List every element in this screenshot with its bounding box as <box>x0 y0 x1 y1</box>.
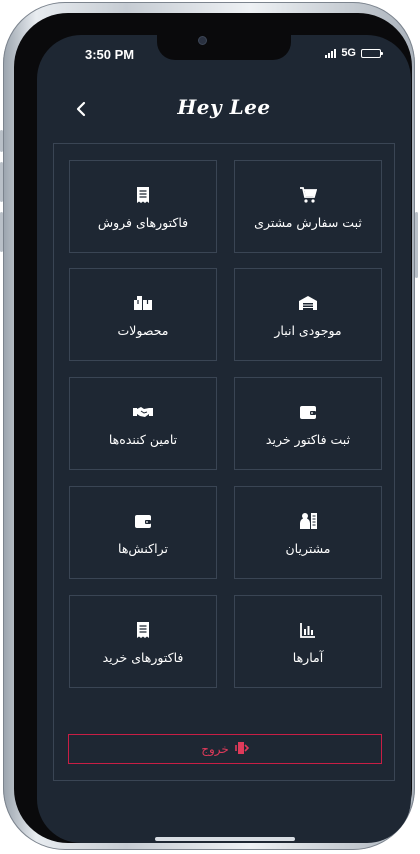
mute-switch <box>0 130 3 152</box>
phone-bezel: 3:50 PM 5G Hey Lee ثبت سفارش مشتری فاکتو… <box>14 13 412 843</box>
battery-icon <box>361 48 383 58</box>
menu-tile-register-purchase-invoice[interactable]: ثبت فاکتور خرید <box>234 377 382 470</box>
handshake-icon <box>132 401 154 423</box>
menu-tile-products[interactable]: محصولات <box>69 268 217 361</box>
menu-tile-customers[interactable]: مشتریان <box>234 486 382 579</box>
menu-tile-register-customer-order[interactable]: ثبت سفارش مشتری <box>234 160 382 253</box>
wallet-icon <box>299 401 317 423</box>
wallet-icon <box>134 510 152 532</box>
camera-icon <box>198 36 207 45</box>
home-indicator[interactable] <box>155 837 295 841</box>
app-title: Hey Lee <box>177 95 271 119</box>
menu-tile-label: تراکنش‌ها <box>118 540 168 556</box>
menu-tile-warehouse-stock[interactable]: موجودی انبار <box>234 268 382 361</box>
menu-tile-label: ثبت سفارش مشتری <box>254 214 362 230</box>
menu-tile-label: تامین کننده‌ها <box>108 431 178 447</box>
menu-tile-label: مشتریان <box>285 540 331 556</box>
menu-tile-label: فاکتورهای خرید <box>102 649 184 665</box>
menu-tile-label: آمارها <box>292 649 324 665</box>
signal-icon <box>325 48 337 58</box>
network-type: 5G <box>341 47 356 59</box>
menu-tile-sales-invoices[interactable]: فاکتورهای فروش <box>69 160 217 253</box>
menu-tile-label: ثبت فاکتور خرید <box>265 431 351 447</box>
menu-tile-transactions[interactable]: تراکنش‌ها <box>69 486 217 579</box>
warehouse-icon <box>298 292 318 314</box>
status-indicators: 5G <box>325 47 383 59</box>
volume-up-button <box>0 162 3 202</box>
menu-tile-suppliers[interactable]: تامین کننده‌ها <box>69 377 217 470</box>
menu-tile-label: محصولات <box>117 322 169 338</box>
receipt-icon <box>136 184 150 206</box>
menu-tile-statistics[interactable]: آمارها <box>234 595 382 688</box>
cart-icon <box>299 184 317 206</box>
logout-button[interactable]: خروج <box>68 734 382 764</box>
volume-down-button <box>0 212 3 252</box>
logout-label: خروج <box>201 742 229 756</box>
menu-tile-label: موجودی انبار <box>274 322 342 338</box>
boxes-icon <box>133 292 153 314</box>
menu-tile-purchase-invoices[interactable]: فاکتورهای خرید <box>69 595 217 688</box>
bar-chart-icon <box>300 619 316 641</box>
people-icon <box>298 510 318 532</box>
power-button <box>415 212 418 278</box>
status-time: 3:50 PM <box>85 47 135 62</box>
exit-icon <box>234 740 249 759</box>
phone-frame: 3:50 PM 5G Hey Lee ثبت سفارش مشتری فاکتو… <box>0 2 418 850</box>
receipt-icon <box>136 619 150 641</box>
screen: 3:50 PM 5G Hey Lee ثبت سفارش مشتری فاکتو… <box>37 35 411 843</box>
menu-tile-label: فاکتورهای فروش <box>97 214 189 230</box>
notch <box>157 35 291 60</box>
